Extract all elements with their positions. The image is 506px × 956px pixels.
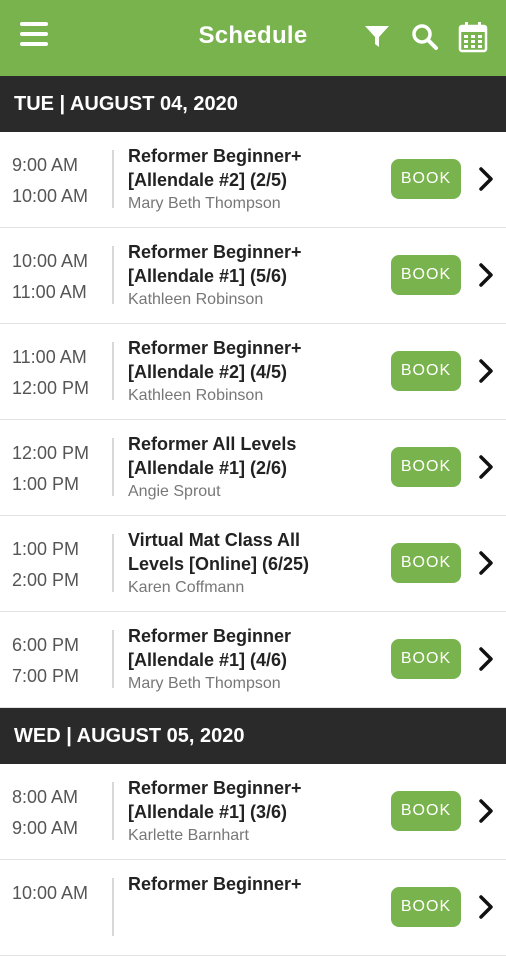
book-button[interactable]: BOOK bbox=[391, 159, 461, 199]
class-row[interactable]: 8:00 AM 9:00 AM Reformer Beginner+ [Alle… bbox=[0, 764, 506, 860]
book-button[interactable]: BOOK bbox=[391, 639, 461, 679]
class-row[interactable]: 10:00 AM Reformer Beginner+ BOOK bbox=[0, 860, 506, 956]
instructor-name: Karlette Barnhart bbox=[128, 827, 249, 844]
divider bbox=[112, 878, 114, 936]
instructor-name: Angie Sprout bbox=[128, 483, 221, 500]
book-button[interactable]: BOOK bbox=[391, 351, 461, 391]
end-time: 2:00 PM bbox=[12, 570, 80, 590]
class-row[interactable]: 6:00 PM 7:00 PM Reformer Beginner [Allen… bbox=[0, 612, 506, 708]
book-button[interactable]: BOOK bbox=[391, 543, 461, 583]
chevron-right-icon[interactable] bbox=[476, 166, 496, 192]
toolbar-actions bbox=[360, 20, 490, 54]
instructor-name: Karen Coffmann bbox=[128, 579, 245, 596]
top-app-bar: Schedule bbox=[0, 0, 506, 76]
class-name-line1: Reformer Beginner+ bbox=[128, 146, 302, 166]
class-times: 12:00 PM 1:00 PM bbox=[12, 438, 110, 500]
class-name-line2: [Allendale #1] (3/6) bbox=[128, 802, 288, 822]
book-button[interactable]: BOOK bbox=[391, 255, 461, 295]
divider bbox=[112, 630, 114, 688]
end-time: 12:00 PM bbox=[12, 378, 90, 398]
instructor-name: Mary Beth Thompson bbox=[128, 675, 281, 692]
divider bbox=[112, 246, 114, 304]
class-name-line1: Reformer Beginner+ bbox=[128, 778, 302, 798]
end-time: 1:00 PM bbox=[12, 474, 80, 494]
chevron-right-icon[interactable] bbox=[476, 358, 496, 384]
menu-icon[interactable] bbox=[20, 22, 48, 48]
class-name-line2: [Allendale #2] (2/5) bbox=[128, 170, 288, 190]
chevron-right-icon[interactable] bbox=[476, 262, 496, 288]
class-times: 8:00 AM 9:00 AM bbox=[12, 782, 110, 844]
start-time: 6:00 PM bbox=[12, 635, 80, 655]
class-info: Reformer All Levels [Allendale #1] (2/6)… bbox=[128, 432, 378, 501]
class-name-line1: Reformer Beginner bbox=[128, 626, 292, 646]
divider bbox=[112, 342, 114, 400]
instructor-name: Kathleen Robinson bbox=[128, 291, 264, 308]
class-info: Reformer Beginner+ [Allendale #2] (2/5) … bbox=[128, 144, 378, 213]
divider bbox=[112, 150, 114, 208]
instructor-name: Mary Beth Thompson bbox=[128, 195, 281, 212]
class-name-line1: Virtual Mat Class All bbox=[128, 530, 301, 550]
class-times: 6:00 PM 7:00 PM bbox=[12, 630, 110, 692]
start-time: 10:00 AM bbox=[12, 883, 89, 903]
start-time: 10:00 AM bbox=[12, 251, 89, 271]
class-row[interactable]: 1:00 PM 2:00 PM Virtual Mat Class All Le… bbox=[0, 516, 506, 612]
class-times: 11:00 AM 12:00 PM bbox=[12, 342, 110, 404]
day-header: TUE | AUGUST 04, 2020 bbox=[0, 76, 506, 132]
class-row[interactable]: 11:00 AM 12:00 PM Reformer Beginner+ [Al… bbox=[0, 324, 506, 420]
chevron-right-icon[interactable] bbox=[476, 550, 496, 576]
day-header: WED | AUGUST 05, 2020 bbox=[0, 708, 506, 764]
calendar-icon[interactable] bbox=[456, 20, 490, 54]
instructor-name: Kathleen Robinson bbox=[128, 387, 264, 404]
chevron-right-icon[interactable] bbox=[476, 894, 496, 920]
book-button[interactable]: BOOK bbox=[391, 447, 461, 487]
chevron-right-icon[interactable] bbox=[476, 646, 496, 672]
class-times: 10:00 AM bbox=[12, 878, 110, 909]
class-info: Reformer Beginner [Allendale #1] (4/6) M… bbox=[128, 624, 378, 693]
divider bbox=[112, 438, 114, 496]
start-time: 12:00 PM bbox=[12, 443, 90, 463]
class-info: Reformer Beginner+ bbox=[128, 872, 378, 899]
class-info: Virtual Mat Class All Levels [Online] (6… bbox=[128, 528, 378, 597]
end-time: 7:00 PM bbox=[12, 666, 80, 686]
class-row[interactable]: 12:00 PM 1:00 PM Reformer All Levels [Al… bbox=[0, 420, 506, 516]
start-time: 9:00 AM bbox=[12, 155, 79, 175]
end-time: 9:00 AM bbox=[12, 818, 79, 838]
chevron-right-icon[interactable] bbox=[476, 454, 496, 480]
search-icon[interactable] bbox=[408, 20, 442, 54]
class-name-line1: Reformer Beginner+ bbox=[128, 874, 302, 894]
end-time: 11:00 AM bbox=[12, 282, 87, 302]
class-info: Reformer Beginner+ [Allendale #1] (5/6) … bbox=[128, 240, 378, 309]
filter-icon[interactable] bbox=[360, 20, 394, 54]
class-name-line2: [Allendale #1] (2/6) bbox=[128, 458, 288, 478]
book-button[interactable]: BOOK bbox=[391, 887, 461, 927]
class-info: Reformer Beginner+ [Allendale #1] (3/6) … bbox=[128, 776, 378, 845]
book-button[interactable]: BOOK bbox=[391, 791, 461, 831]
class-name-line1: Reformer Beginner+ bbox=[128, 242, 302, 262]
class-times: 9:00 AM 10:00 AM bbox=[12, 150, 110, 212]
class-name-line2: Levels [Online] (6/25) bbox=[128, 554, 310, 574]
class-name-line1: Reformer All Levels bbox=[128, 434, 297, 454]
class-times: 10:00 AM 11:00 AM bbox=[12, 246, 110, 308]
class-name-line1: Reformer Beginner+ bbox=[128, 338, 302, 358]
class-times: 1:00 PM 2:00 PM bbox=[12, 534, 110, 596]
class-name-line2: [Allendale #1] (5/6) bbox=[128, 266, 288, 286]
class-name-line2: [Allendale #1] (4/6) bbox=[128, 650, 288, 670]
class-info: Reformer Beginner+ [Allendale #2] (4/5) … bbox=[128, 336, 378, 405]
start-time: 1:00 PM bbox=[12, 539, 80, 559]
class-row[interactable]: 10:00 AM 11:00 AM Reformer Beginner+ [Al… bbox=[0, 228, 506, 324]
start-time: 11:00 AM bbox=[12, 347, 87, 367]
divider bbox=[112, 534, 114, 592]
class-name-line2: [Allendale #2] (4/5) bbox=[128, 362, 288, 382]
chevron-right-icon[interactable] bbox=[476, 798, 496, 824]
class-row[interactable]: 9:00 AM 10:00 AM Reformer Beginner+ [All… bbox=[0, 132, 506, 228]
start-time: 8:00 AM bbox=[12, 787, 79, 807]
end-time: 10:00 AM bbox=[12, 186, 89, 206]
divider bbox=[112, 782, 114, 840]
